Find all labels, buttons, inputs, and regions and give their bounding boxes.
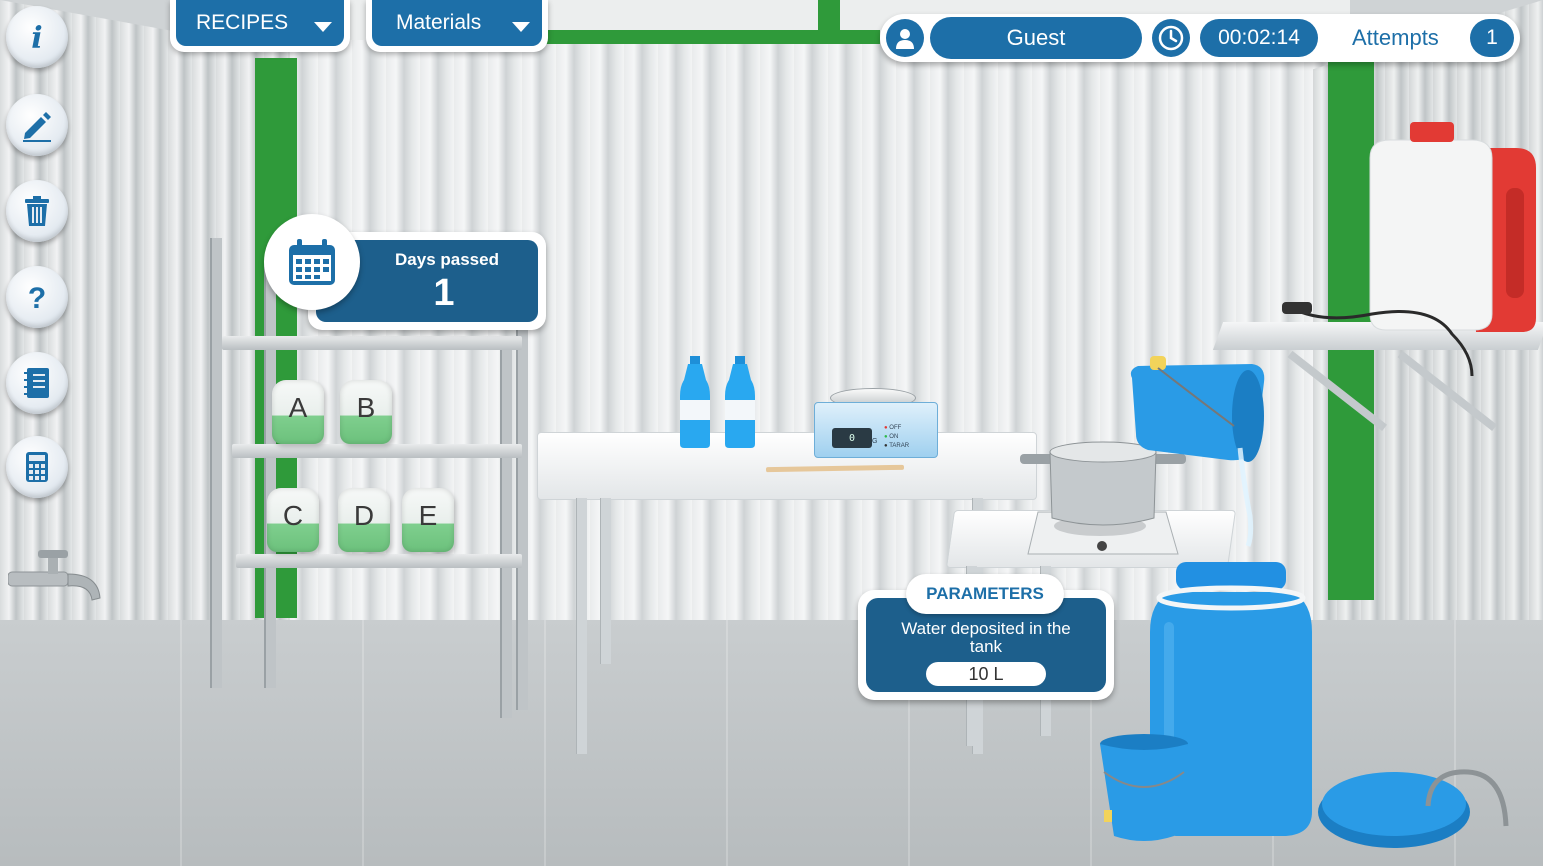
power-cable: [1282, 302, 1474, 377]
water-amount-field: 10 L: [926, 662, 1046, 686]
attempts-count-badge: 1: [1470, 19, 1514, 57]
timer-value: 00:02:14: [1218, 26, 1300, 49]
ingredient-bag-b[interactable]: B: [340, 380, 392, 444]
faucet[interactable]: [8, 548, 108, 610]
timer-badge: [1152, 19, 1190, 57]
recipes-dropdown[interactable]: RECIPES: [170, 0, 350, 52]
scale-reading: 0: [848, 432, 856, 444]
delete-button[interactable]: [6, 180, 68, 242]
ingredient-bag-d[interactable]: D: [338, 488, 390, 552]
calendar-icon: [289, 239, 335, 285]
ingredient-bag-e[interactable]: E: [402, 488, 454, 552]
notebook-icon: [24, 368, 49, 398]
trash-icon: [25, 196, 49, 226]
green-frame-top: [540, 30, 880, 44]
materials-dropdown-label: Materials: [396, 11, 482, 34]
parameters-description: Water deposited in the tank: [901, 619, 1071, 656]
calculator-icon: [26, 452, 48, 482]
svg-text:?: ?: [28, 282, 46, 315]
edit-button[interactable]: [6, 94, 68, 156]
chevron-down-icon: [512, 22, 530, 32]
status-bar: Guest 00:02:14 Attempts 1: [880, 14, 1520, 62]
calendar-badge: [264, 214, 360, 310]
scale-indicators: ● OFF ● ON ● TARAR: [884, 425, 910, 449]
scale-display: 0: [832, 428, 872, 448]
water-bottle[interactable]: [723, 356, 757, 448]
pouring-bucket[interactable]: [1124, 356, 1274, 556]
materials-dropdown[interactable]: Materials: [366, 0, 548, 52]
chevron-down-icon: [314, 22, 332, 32]
ingredient-bag-a[interactable]: A: [272, 380, 324, 444]
user-icon: [896, 29, 914, 49]
parameters-title: PARAMETERS: [926, 584, 1044, 603]
tank-lid[interactable]: [1318, 766, 1518, 860]
help-icon: ?: [28, 282, 46, 315]
clock-icon: [1158, 25, 1184, 51]
user-name-field: Guest: [930, 17, 1142, 59]
attempts-count: 1: [1486, 26, 1498, 49]
digital-scale[interactable]: 0 G ● OFF ● ON ● TARAR: [814, 388, 938, 460]
recipes-dropdown-label: RECIPES: [196, 11, 289, 34]
attempts-label: Attempts: [1352, 25, 1439, 50]
ingredient-bag-c[interactable]: C: [267, 488, 319, 552]
svg-text:i: i: [31, 21, 42, 55]
notebook-button[interactable]: [6, 352, 68, 414]
green-frame-post: [818, 0, 840, 32]
parameters-title-tab: PARAMETERS: [906, 574, 1064, 614]
calculator-button[interactable]: [6, 436, 68, 498]
help-button[interactable]: ?: [6, 266, 68, 328]
scale-unit: G: [872, 438, 878, 445]
user-avatar[interactable]: [886, 19, 924, 57]
info-button[interactable]: i: [6, 6, 68, 68]
water-amount-value: 10 L: [968, 663, 1004, 684]
info-icon: i: [31, 21, 42, 55]
water-bottle[interactable]: [678, 356, 712, 448]
timer-display: 00:02:14: [1200, 19, 1318, 57]
lab-scene: A B C D E 0 G ● OFF ● ON ● TARAR: [0, 0, 1543, 866]
pencil-icon: [23, 112, 51, 142]
small-bucket[interactable]: [1098, 732, 1190, 844]
user-name: Guest: [1006, 25, 1066, 50]
